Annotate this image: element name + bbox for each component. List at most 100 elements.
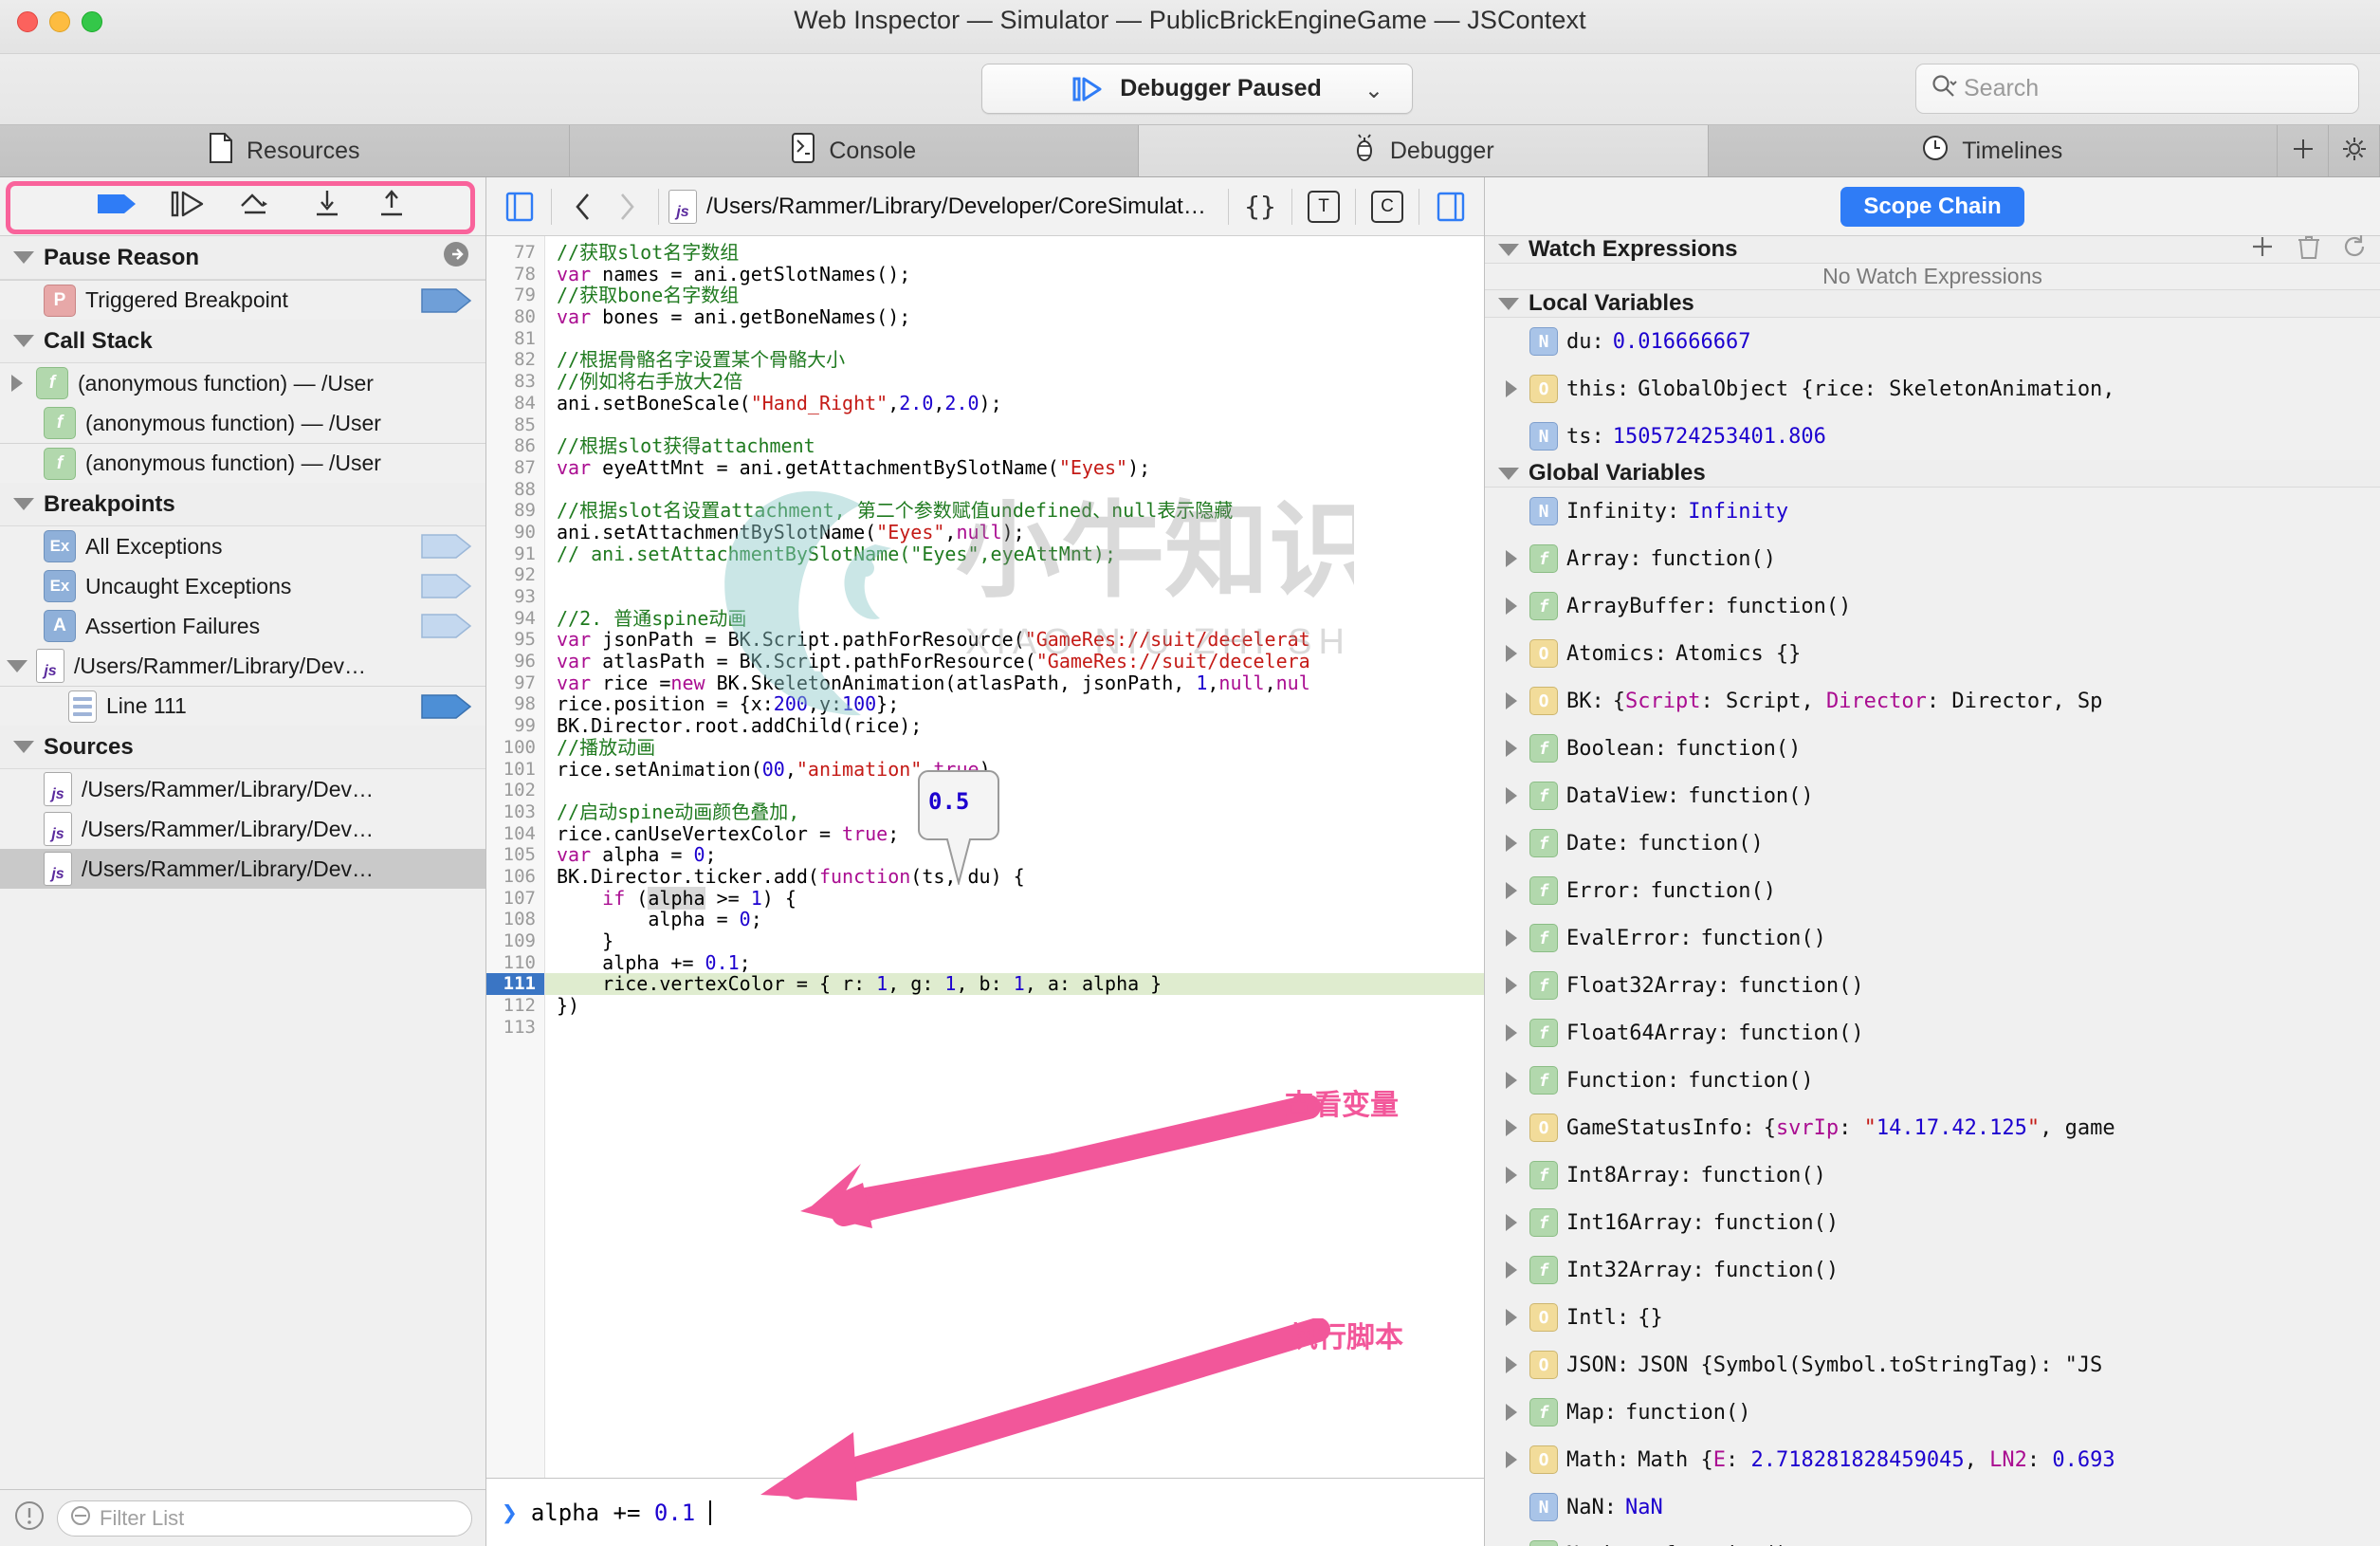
code-line[interactable] (545, 586, 1484, 608)
variable-row[interactable]: f Int16Array: function() (1485, 1199, 2380, 1246)
breakpoint-flag-icon[interactable] (97, 192, 138, 221)
refresh-watch-expressions-button[interactable] (2342, 233, 2367, 267)
breakpoint-enabled-flag-icon[interactable] (421, 693, 472, 720)
clear-watch-expressions-button[interactable] (2297, 233, 2321, 267)
variable-row[interactable]: f DataView: function() (1485, 772, 2380, 819)
line-number[interactable]: 86 (486, 435, 544, 457)
code-line[interactable]: var rice =new BK.SkeletonAnimation(atlas… (545, 672, 1484, 694)
variable-row[interactable]: f Int32Array: function() (1485, 1246, 2380, 1294)
code-line[interactable]: //获取slot名字数组 (545, 242, 1484, 264)
variable-row[interactable]: Othis: GlobalObject {rice: SkeletonAnima… (1485, 365, 2380, 413)
navigate-forward-button[interactable] (605, 185, 649, 229)
section-header-global-variables[interactable]: Global Variables (1485, 460, 2380, 488)
disclosure-triangle-icon[interactable] (1502, 598, 1521, 615)
line-number[interactable]: 104 (486, 823, 544, 845)
code-line[interactable] (545, 1017, 1484, 1039)
breakpoint-item-all-exceptions[interactable]: Ex All Exceptions (0, 526, 485, 566)
disclosure-triangle-icon[interactable] (1502, 977, 1521, 994)
code-line[interactable]: var bones = ani.getBoneNames(); (545, 306, 1484, 328)
breakpoint-item-line[interactable]: Line 111 (0, 686, 485, 726)
disclosure-triangle-icon[interactable] (8, 375, 27, 392)
code-line[interactable]: var names = ani.getSlotNames(); (545, 263, 1484, 285)
variable-row[interactable]: f Error: function() (1485, 867, 2380, 914)
disclosure-triangle-icon[interactable] (1502, 1167, 1521, 1184)
code-line[interactable]: //启动spine动画颜色叠加, (545, 801, 1484, 823)
variable-row[interactable]: O BK: {Script: Script, Director: Director… (1485, 677, 2380, 725)
code-line[interactable] (545, 414, 1484, 436)
debugger-paused-button[interactable]: Debugger Paused ⌄ (981, 64, 1413, 114)
variable-row[interactable]: f Number: function() (1485, 1531, 2380, 1546)
disclosure-triangle-icon[interactable] (1502, 1356, 1521, 1373)
code-line[interactable]: //根据slot获得attachment (545, 435, 1484, 457)
line-number[interactable]: 79 (486, 285, 544, 306)
call-stack-item[interactable]: f (anonymous function) — /User (0, 403, 485, 443)
console-input[interactable]: alpha += 0.1 (531, 1500, 695, 1526)
disclosure-triangle-icon[interactable] (1502, 787, 1521, 804)
console-prompt-bar[interactable]: ❯ alpha += 0.1 (486, 1478, 1484, 1546)
line-number[interactable]: 96 (486, 651, 544, 672)
open-file-breadcrumb[interactable]: js /Users/Rammer/Library/Developer/CoreS… (668, 189, 1218, 224)
breakpoint-disabled-flag-icon[interactable] (421, 613, 472, 639)
line-number[interactable]: 91 (486, 543, 544, 565)
navigate-back-button[interactable] (561, 185, 605, 229)
line-number[interactable]: 109 (486, 930, 544, 952)
line-number[interactable]: 88 (486, 479, 544, 501)
line-number[interactable]: 106 (486, 866, 544, 888)
chevron-down-icon[interactable] (7, 659, 27, 672)
settings-button[interactable] (2329, 125, 2380, 176)
code-line[interactable]: var jsonPath = BK.Script.pathForResource… (545, 629, 1484, 651)
breakpoint-item-assertion-failures[interactable]: A Assertion Failures (0, 606, 485, 646)
add-tab-button[interactable] (2278, 125, 2329, 176)
line-number[interactable]: 90 (486, 522, 544, 543)
section-header-call-stack[interactable]: Call Stack (0, 320, 485, 363)
variable-row[interactable]: O Atomics: Atomics {} (1485, 630, 2380, 677)
line-number[interactable]: 95 (486, 629, 544, 651)
line-number[interactable]: 110 (486, 952, 544, 974)
code-line[interactable]: rice.vertexColor = { r: 1, g: 1, b: 1, a… (545, 973, 1484, 996)
variable-row[interactable]: N NaN: NaN (1485, 1483, 2380, 1531)
line-number[interactable]: 101 (486, 759, 544, 781)
line-number[interactable]: 111 (486, 973, 544, 996)
line-number[interactable]: 103 (486, 801, 544, 823)
code-line[interactable] (545, 479, 1484, 501)
variable-row[interactable]: Nts: 1505724253401.806 (1485, 413, 2380, 460)
line-number[interactable]: 100 (486, 737, 544, 759)
code-line[interactable]: //例如将右手放大2倍 (545, 371, 1484, 393)
variable-row[interactable]: f ArrayBuffer: function() (1485, 582, 2380, 630)
variable-row[interactable]: f EvalError: function() (1485, 914, 2380, 962)
line-number[interactable]: 98 (486, 693, 544, 715)
breakpoint-item-uncaught-exceptions[interactable]: Ex Uncaught Exceptions (0, 566, 485, 606)
section-header-pause-reason[interactable]: Pause Reason (0, 236, 485, 280)
source-item-selected[interactable]: js /Users/Rammer/Library/Dev… (0, 849, 485, 889)
breakpoint-disabled-flag-icon[interactable] (421, 573, 472, 599)
step-over-icon[interactable] (239, 190, 279, 223)
breakpoint-item-file[interactable]: js /Users/Rammer/Library/Dev… (0, 646, 485, 686)
pretty-print-button[interactable]: {} (1238, 185, 1282, 229)
variable-row[interactable]: f Date: function() (1485, 819, 2380, 867)
disclosure-triangle-icon[interactable] (1502, 1261, 1521, 1279)
disclosure-triangle-icon[interactable] (1502, 1072, 1521, 1089)
disclosure-triangle-icon[interactable] (1502, 550, 1521, 567)
code-line[interactable]: rice.canUseVertexColor = true; (545, 822, 1484, 845)
code-line[interactable]: BK.Director.ticker.add(function(ts, du) … (545, 866, 1484, 888)
line-number[interactable]: 78 (486, 264, 544, 285)
code-line[interactable] (545, 564, 1484, 586)
code-line[interactable]: ani.setBoneScale("Hand_Right",2.0,2.0); (545, 392, 1484, 414)
code-line[interactable]: var eyeAttMnt = ani.getAttachmentBySlotN… (545, 457, 1484, 479)
line-number[interactable]: 105 (486, 844, 544, 866)
variable-row[interactable]: f Map: function() (1485, 1389, 2380, 1436)
code-line[interactable]: } (545, 930, 1484, 952)
variable-row[interactable]: f Float64Array: function() (1485, 1009, 2380, 1057)
disclosure-triangle-icon[interactable] (1502, 1309, 1521, 1326)
add-watch-expression-button[interactable] (2249, 233, 2276, 267)
code-line[interactable] (545, 780, 1484, 801)
code-line[interactable]: //根据slot名设置attachment, 第二个参数赋值undefined、… (545, 500, 1484, 522)
tab-timelines[interactable]: Timelines (1708, 125, 2278, 176)
line-number[interactable]: 108 (486, 909, 544, 930)
line-number[interactable]: 112 (486, 995, 544, 1017)
show-coverage-button[interactable]: C (1365, 185, 1409, 229)
pause-play-icon[interactable] (171, 190, 207, 223)
line-number[interactable]: 97 (486, 672, 544, 694)
line-number[interactable]: 84 (486, 393, 544, 414)
disclosure-triangle-icon[interactable] (1502, 740, 1521, 757)
